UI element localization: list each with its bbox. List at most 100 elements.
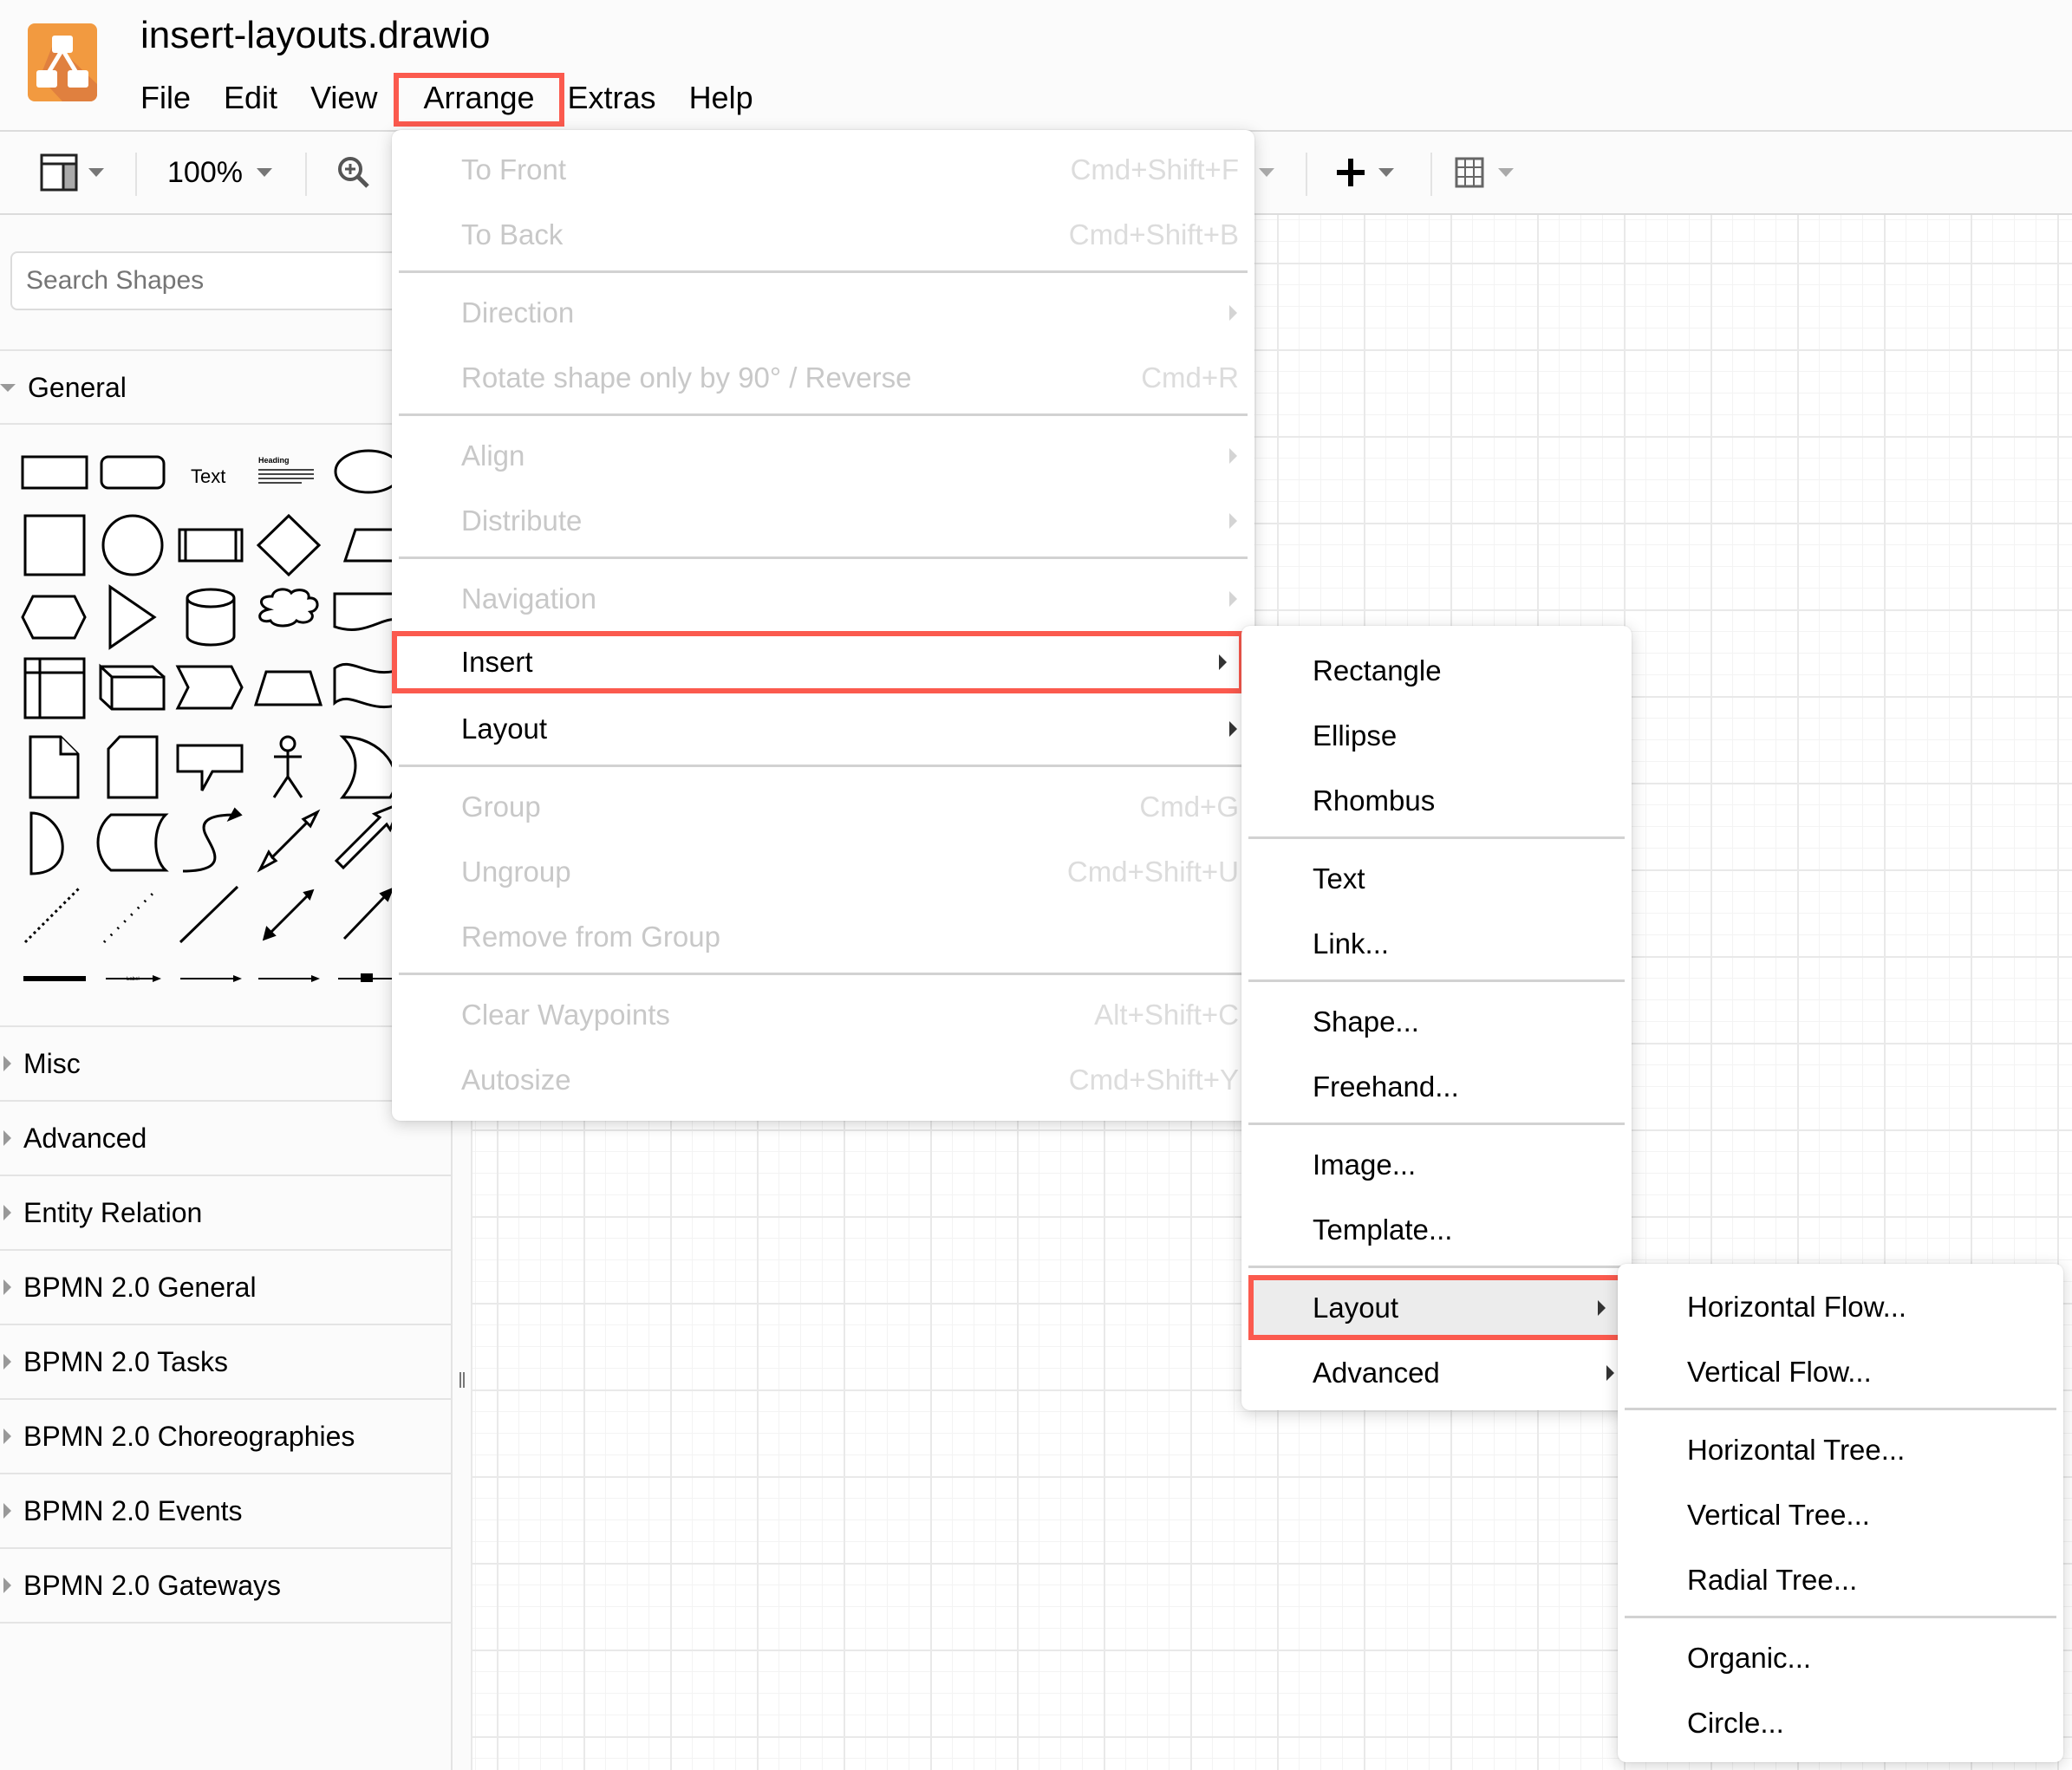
insert-menu-item-template[interactable]: Template... [1241,1197,1632,1262]
section-general[interactable]: General [0,349,453,424]
layout-menu-item-vertical-tree[interactable]: Vertical Tree... [1618,1482,2063,1547]
section-misc[interactable]: Misc [0,1025,453,1100]
shape-connector-with-3-labels[interactable] [258,975,320,982]
shape-curved-arrow[interactable] [182,807,243,873]
arrange-menu-item-direction[interactable]: Direction [392,280,1254,345]
arrange-menu-item-layout[interactable]: Layout [392,696,1254,761]
arrange-menu-item-rotate-shape-only-by-90-reverse[interactable]: Rotate shape only by 90° / Reverse Cmd+R [392,345,1254,410]
shape-link[interactable] [23,976,86,981]
arrange-menu-item-distribute[interactable]: Distribute [392,488,1254,553]
shape-cube[interactable] [99,663,166,711]
menu-extras[interactable]: Extras [564,76,673,123]
arrange-menu-item-autosize[interactable]: Autosize Cmd+Shift+Y [392,1047,1254,1112]
chevron-right-icon [1229,720,1237,737]
shape-circle[interactable] [101,514,164,576]
insert-menu-item-rectangle[interactable]: Rectangle [1241,638,1632,703]
shape-card[interactable] [107,735,159,799]
layout-menu-item-horizontal-flow[interactable]: Horizontal Flow... [1618,1274,2063,1339]
insert-menu-item-text[interactable]: Text [1241,846,1632,911]
divider [0,1622,453,1624]
shape-or[interactable] [339,735,397,799]
shape-data-storage[interactable] [96,813,169,872]
section-label: Entity Relation [23,1196,203,1228]
shape-step[interactable] [175,665,244,710]
shape-arrow[interactable] [334,801,403,870]
section-bpmn-2-0-gateways[interactable]: BPMN 2.0 Gateways [0,1547,453,1622]
shape-textbox[interactable]: Heading [258,456,314,484]
shape-cloud[interactable] [258,588,319,628]
arrange-menu-item-to-back[interactable]: To Back Cmd+Shift+B [392,202,1254,267]
layout-menu-item-radial-tree[interactable]: Radial Tree... [1618,1547,2063,1612]
shape-bidirectional-connector[interactable] [262,888,315,941]
arrange-menu-item-group[interactable]: Group Cmd+G [392,774,1254,839]
menu-item-label: Template... [1313,1213,1453,1246]
insert-menu-item-rhombus[interactable]: Rhombus [1241,768,1632,833]
shape-rounded-rectangle[interactable] [100,455,166,490]
zoom-dropdown[interactable]: 100% [167,151,272,194]
insert-menu-item-layout[interactable]: Layout [1248,1275,1623,1340]
section-bpmn-2-0-events[interactable]: BPMN 2.0 Events [0,1473,453,1547]
shape-hexagon[interactable] [21,595,87,640]
menu-view[interactable]: View [294,76,394,123]
shape-note[interactable] [29,735,80,799]
shape-square[interactable] [23,514,86,576]
insert-button[interactable] [1335,151,1394,194]
menu-item-label: Horizontal Tree... [1687,1433,1906,1466]
shape-trapezoid[interactable] [253,670,323,706]
shape-connector-with-label[interactable]: Label [106,975,161,982]
arrange-menu-item-insert[interactable]: Insert [392,631,1244,693]
arrange-menu-item-align[interactable]: Align [392,423,1254,488]
shape-line[interactable] [179,885,239,944]
shape-and[interactable] [29,811,64,875]
shape-dashed-line[interactable] [23,885,82,944]
arrange-menu-item-remove-from-group[interactable]: Remove from Group [392,904,1254,969]
shape-callout[interactable] [176,744,244,791]
menu-arrange[interactable]: Arrange [394,73,564,127]
document-title[interactable]: insert-layouts.drawio [140,12,491,59]
menu-edit[interactable]: Edit [207,76,294,123]
insert-menu-item-link[interactable]: Link... [1241,911,1632,976]
shape-internal-storage[interactable] [23,657,86,719]
shape-dotted-line[interactable] [102,888,158,944]
shape-rectangle[interactable] [21,455,88,490]
shape-actor[interactable] [272,735,303,798]
arrange-menu-item-clear-waypoints[interactable]: Clear Waypoints Alt+Shift+C [392,982,1254,1047]
insert-menu-item-image[interactable]: Image... [1241,1132,1632,1197]
menu-separator [399,270,1248,273]
menu-item-shortcut: Cmd+R [1141,361,1239,394]
section-entity-relation[interactable]: Entity Relation [0,1175,453,1249]
menu-help[interactable]: Help [673,76,770,123]
shape-connector-with-2-labels[interactable] [180,975,242,982]
shape-cylinder[interactable] [186,588,236,647]
splitter-grip-icon[interactable] [459,1372,465,1388]
layout-menu-item-horizontal-tree[interactable]: Horizontal Tree... [1618,1417,2063,1482]
shape-process[interactable] [178,528,244,563]
hidden-dropdown[interactable] [1259,151,1274,194]
section-advanced[interactable]: Advanced [0,1100,453,1175]
insert-menu-item-freehand[interactable]: Freehand... [1241,1054,1632,1119]
arrange-menu-item-ungroup[interactable]: Ungroup Cmd+Shift+U [392,839,1254,904]
shape-diamond[interactable] [256,513,322,577]
arrange-menu-item-navigation[interactable]: Navigation [392,566,1254,631]
shape-triangle[interactable] [108,584,157,650]
insert-menu-item-advanced[interactable]: Advanced [1241,1340,1632,1405]
shape-text[interactable]: Text [191,465,225,487]
menu-item-label: Rhombus [1313,784,1436,817]
menu-item-label: Vertical Tree... [1687,1498,1870,1531]
layout-menu-item-vertical-flow[interactable]: Vertical Flow... [1618,1339,2063,1404]
shape-directional-connector[interactable] [342,887,394,940]
section-bpmn-2-0-general[interactable]: BPMN 2.0 General [0,1249,453,1324]
insert-menu-item-ellipse[interactable]: Ellipse [1241,703,1632,768]
zoom-in-button[interactable] [336,151,371,194]
section-bpmn-2-0-choreographies[interactable]: BPMN 2.0 Choreographies [0,1398,453,1473]
table-button[interactable] [1455,151,1514,194]
format-panel-button[interactable] [40,151,104,194]
menu-file[interactable]: File [140,76,207,123]
layout-menu-item-organic[interactable]: Organic... [1618,1625,2063,1690]
section-bpmn-2-0-tasks[interactable]: BPMN 2.0 Tasks [0,1324,453,1398]
toolbar-divider [135,153,137,196]
insert-menu-item-shape[interactable]: Shape... [1241,989,1632,1054]
layout-menu-item-circle[interactable]: Circle... [1618,1690,2063,1755]
shape-bidirectional-arrow[interactable] [257,809,321,873]
arrange-menu-item-to-front[interactable]: To Front Cmd+Shift+F [392,137,1254,202]
